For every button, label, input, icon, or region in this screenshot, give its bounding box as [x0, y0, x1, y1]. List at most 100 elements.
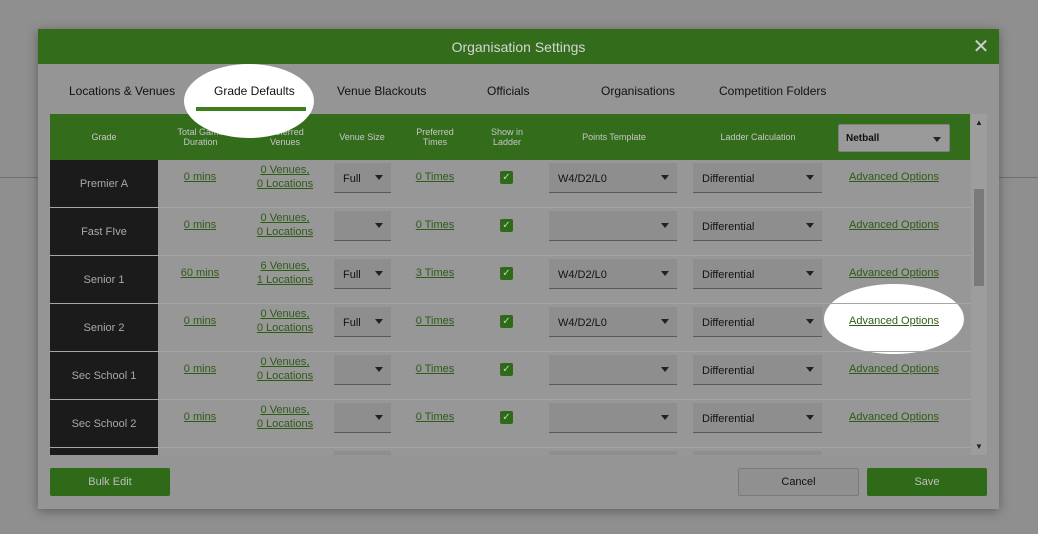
advanced-options-link[interactable]: Advanced Options — [840, 218, 948, 232]
advanced-options-link[interactable]: Advanced Options — [840, 266, 948, 280]
save-button[interactable]: Save — [867, 468, 987, 496]
grade-name: Fast FIve — [50, 208, 158, 255]
times-link[interactable]: 0 Times — [410, 362, 460, 376]
ladder-calculation-select[interactable]: Differential — [693, 307, 822, 337]
close-icon[interactable]: ✕ — [969, 35, 993, 59]
venue-size-value: Full — [343, 317, 361, 329]
table-row — [50, 448, 970, 455]
duration-link[interactable]: 0 mins — [172, 410, 228, 424]
ladder-calculation-select[interactable]: Differential — [693, 403, 822, 433]
locations-link[interactable]: 0 Locations — [248, 369, 322, 383]
table-row: Senior 1 60 mins 6 Venues, 1 Locations Full 3… — [50, 256, 970, 304]
cancel-button[interactable]: Cancel — [738, 468, 859, 496]
organisation-settings-modal: Organisation Settings ✕ Locations & Venu… — [38, 29, 999, 509]
table-row: Sec School 2 0 mins 0 Venues, 0 Locations 0 … — [50, 400, 970, 448]
tab-locations-venues[interactable]: Locations & Venues — [69, 84, 175, 98]
duration-link[interactable]: 0 mins — [172, 170, 228, 184]
venue-size-select[interactable] — [334, 211, 391, 241]
venue-size-value: Full — [343, 173, 361, 185]
modal-header: Organisation Settings ✕ — [38, 29, 999, 64]
ladder-calculation-select[interactable]: Differential — [693, 163, 822, 193]
grid-scrollbar[interactable]: ▲ ▼ — [971, 114, 987, 455]
points-template-value: W4/D2/L0 — [558, 269, 607, 281]
ladder-calculation-value: Differential — [702, 317, 755, 329]
points-template-select[interactable] — [549, 451, 677, 455]
sport-select[interactable]: Netball — [838, 124, 950, 152]
times-link[interactable]: 0 Times — [410, 218, 460, 232]
duration-link[interactable]: 0 mins — [172, 218, 228, 232]
table-row: Premier A 0 mins 0 Venues, 0 Locations Full 0… — [50, 160, 970, 208]
times-link[interactable]: 3 Times — [410, 266, 460, 280]
locations-link[interactable]: 0 Locations — [248, 225, 322, 239]
tab-grade-defaults[interactable]: Grade Defaults — [214, 84, 295, 98]
scroll-thumb[interactable] — [974, 189, 984, 286]
tab-venue-blackouts[interactable]: Venue Blackouts — [337, 84, 426, 98]
ladder-calculation-select[interactable]: Differential — [693, 259, 822, 289]
show-in-ladder-checkbox[interactable]: ✓ — [500, 267, 513, 280]
venues-link[interactable]: 0 Venues, — [248, 211, 322, 225]
points-template-select[interactable]: W4/D2/L0 — [549, 163, 677, 193]
points-template-select[interactable]: W4/D2/L0 — [549, 307, 677, 337]
venues-link[interactable]: 0 Venues, — [248, 307, 322, 321]
duration-link[interactable]: 0 mins — [172, 314, 228, 328]
chevron-down-icon — [806, 223, 814, 228]
locations-link[interactable]: 0 Locations — [248, 321, 322, 335]
locations-link[interactable]: 0 Locations — [248, 417, 322, 431]
venues-link[interactable]: 0 Venues, — [248, 403, 322, 417]
venues-link[interactable]: 0 Venues, — [248, 163, 322, 177]
show-in-ladder-checkbox[interactable]: ✓ — [500, 363, 513, 376]
points-template-select[interactable] — [549, 355, 677, 385]
advanced-options-link[interactable]: Advanced Options — [840, 170, 948, 184]
ladder-calculation-select[interactable]: Differential — [693, 355, 822, 385]
chevron-down-icon — [375, 415, 383, 420]
ladder-calculation-value: Differential — [702, 365, 755, 377]
header-points-template: Points Template — [582, 132, 646, 142]
background-divider — [998, 177, 1038, 178]
scroll-down-icon[interactable]: ▼ — [975, 442, 983, 451]
chevron-down-icon — [806, 415, 814, 420]
bulk-edit-button[interactable]: Bulk Edit — [50, 468, 170, 496]
table-row: Sec School 1 0 mins 0 Venues, 0 Locations 0 … — [50, 352, 970, 400]
duration-link[interactable]: 0 mins — [172, 362, 228, 376]
points-template-select[interactable]: W4/D2/L0 — [549, 259, 677, 289]
venue-size-select[interactable]: Full — [334, 307, 391, 337]
tab-organisations[interactable]: Organisations — [601, 84, 675, 98]
venue-size-select[interactable]: Full — [334, 259, 391, 289]
header-grade: Grade — [91, 132, 117, 142]
points-template-value: W4/D2/L0 — [558, 317, 607, 329]
advanced-options-link[interactable]: Advanced Options — [840, 410, 948, 424]
show-in-ladder-checkbox[interactable]: ✓ — [500, 219, 513, 232]
active-tab-indicator — [196, 107, 306, 111]
show-in-ladder-checkbox[interactable]: ✓ — [500, 411, 513, 424]
show-in-ladder-checkbox[interactable]: ✓ — [500, 171, 513, 184]
locations-link[interactable]: 1 Locations — [248, 273, 322, 287]
duration-link[interactable]: 60 mins — [172, 266, 228, 280]
chevron-down-icon — [661, 271, 669, 276]
locations-link[interactable]: 0 Locations — [248, 177, 322, 191]
points-template-select[interactable] — [549, 403, 677, 433]
header-preferred-times: Preferred Times — [416, 127, 454, 147]
header-ladder-calculation: Ladder Calculation — [720, 132, 796, 142]
advanced-options-link[interactable]: Advanced Options — [840, 314, 948, 328]
grade-name: Sec School 2 — [50, 400, 158, 447]
scroll-up-icon[interactable]: ▲ — [975, 118, 983, 127]
times-link[interactable]: 0 Times — [410, 170, 460, 184]
points-template-select[interactable] — [549, 211, 677, 241]
times-link[interactable]: 0 Times — [410, 410, 460, 424]
ladder-calculation-select[interactable]: Differential — [693, 211, 822, 241]
advanced-options-link[interactable]: Advanced Options — [840, 362, 948, 376]
grid-header: Grade Total Game Duration Preferred Venu… — [50, 114, 970, 160]
ladder-calculation-select[interactable] — [693, 451, 822, 455]
chevron-down-icon — [375, 223, 383, 228]
venues-link[interactable]: 0 Venues, — [248, 355, 322, 369]
venue-size-select[interactable]: Full — [334, 163, 391, 193]
venues-link[interactable]: 6 Venues, — [248, 259, 322, 273]
venue-size-select[interactable] — [334, 403, 391, 433]
times-link[interactable]: 0 Times — [410, 314, 460, 328]
venue-size-select[interactable] — [334, 451, 391, 455]
chevron-down-icon — [661, 415, 669, 420]
tab-competition-folders[interactable]: Competition Folders — [719, 84, 826, 98]
show-in-ladder-checkbox[interactable]: ✓ — [500, 315, 513, 328]
venue-size-select[interactable] — [334, 355, 391, 385]
tab-officials[interactable]: Officials — [487, 84, 529, 98]
